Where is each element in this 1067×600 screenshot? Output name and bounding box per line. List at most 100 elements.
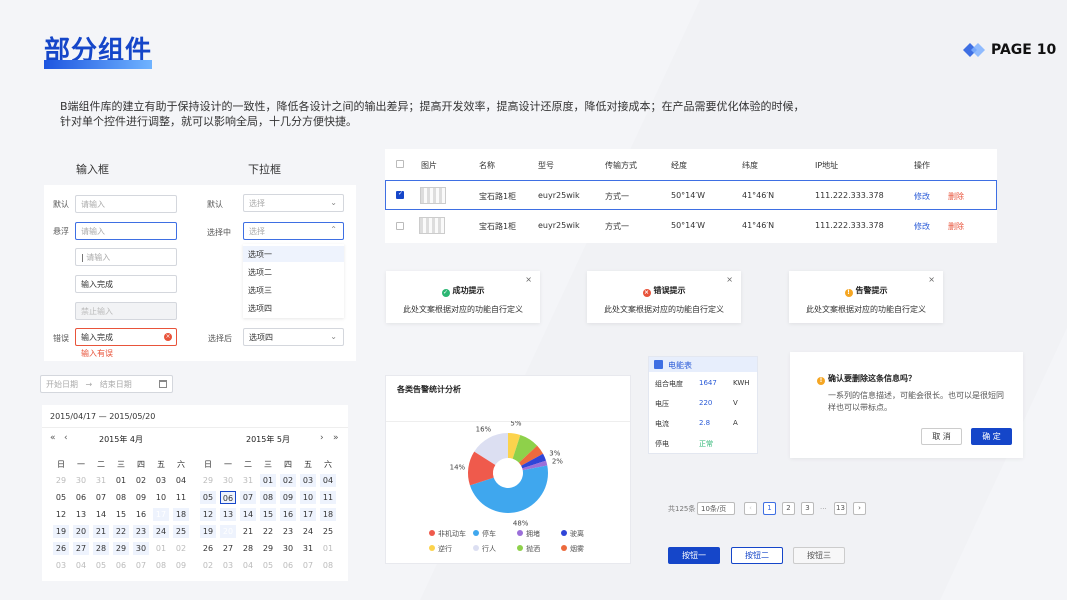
- calendar-day[interactable]: 28: [240, 542, 256, 555]
- close-icon[interactable]: ×: [726, 275, 733, 284]
- close-icon[interactable]: ×: [525, 275, 532, 284]
- error-input[interactable]: 输入完成 ×: [75, 328, 177, 346]
- calendar-day[interactable]: 06: [73, 491, 89, 504]
- table-row[interactable]: ✓ 宝石路1柜 euyr25wik 方式一 50°14′W 41°46′N 11…: [385, 180, 997, 210]
- edit-link[interactable]: 修改: [914, 191, 930, 202]
- cancel-button[interactable]: 取 消: [921, 428, 962, 445]
- calendar-day[interactable]: 01: [320, 542, 336, 555]
- calendar-day[interactable]: 25: [173, 525, 189, 538]
- delete-link[interactable]: 删除: [948, 221, 964, 232]
- calendar-day[interactable]: 15: [260, 508, 276, 521]
- calendar-day[interactable]: 01: [153, 542, 169, 555]
- row-checkbox[interactable]: ✓: [396, 190, 404, 199]
- dd-default-select[interactable]: 选择 ⌄: [243, 194, 344, 212]
- calendar-day[interactable]: 08: [320, 559, 336, 572]
- dd-option[interactable]: 选项二: [243, 267, 272, 278]
- hover-input[interactable]: 请输入: [75, 222, 177, 240]
- table-row[interactable]: 宝石路1柜 euyr25wik 方式一 50°14′W 41°46′N 111.…: [385, 211, 997, 241]
- calendar-day[interactable]: 23: [280, 525, 296, 538]
- calendar-day[interactable]: 03: [53, 559, 69, 572]
- calendar-day[interactable]: 01: [113, 474, 129, 487]
- calendar-day[interactable]: 05: [260, 559, 276, 572]
- calendar-day[interactable]: 06: [280, 559, 296, 572]
- calendar-day[interactable]: 31: [93, 474, 109, 487]
- edit-link[interactable]: 修改: [914, 221, 930, 232]
- calendar-day[interactable]: 04: [73, 559, 89, 572]
- calendar-day[interactable]: 27: [73, 542, 89, 555]
- confirm-button[interactable]: 确 定: [971, 428, 1012, 445]
- calendar-day[interactable]: 02: [200, 559, 216, 572]
- calendar-day[interactable]: 13: [73, 508, 89, 521]
- calendar-day[interactable]: 08: [153, 559, 169, 572]
- disabled-button[interactable]: 按钮三: [793, 547, 845, 564]
- next-month-button[interactable]: ›: [320, 433, 324, 443]
- dd-option[interactable]: 选项四: [243, 303, 272, 314]
- calendar-day[interactable]: 15: [113, 508, 129, 521]
- calendar-day[interactable]: 08: [113, 491, 129, 504]
- calendar-day[interactable]: 03: [153, 474, 169, 487]
- calendar-day[interactable]: 07: [93, 491, 109, 504]
- calendar-day[interactable]: 07: [133, 559, 149, 572]
- calendar-day[interactable]: 04: [320, 474, 336, 487]
- calendar-day[interactable]: 25: [320, 525, 336, 538]
- calendar-day[interactable]: 08: [260, 491, 276, 504]
- calendar-day[interactable]: 02: [133, 474, 149, 487]
- calendar-day[interactable]: 18: [173, 508, 189, 521]
- calendar-day[interactable]: 09: [133, 491, 149, 504]
- page-button[interactable]: 1: [763, 502, 776, 515]
- calendar-day[interactable]: 07: [300, 559, 316, 572]
- calendar-day[interactable]: 29: [200, 474, 216, 487]
- select-all-checkbox[interactable]: [396, 160, 404, 168]
- secondary-button[interactable]: 按钮二: [731, 547, 783, 564]
- calendar-day[interactable]: 22: [113, 525, 129, 538]
- calendar-day[interactable]: 14: [93, 508, 109, 521]
- calendar-day[interactable]: 09: [280, 491, 296, 504]
- prev-year-button[interactable]: «: [50, 433, 56, 443]
- page-button[interactable]: 2: [782, 502, 795, 515]
- calendar-day[interactable]: 27: [220, 542, 236, 555]
- next-page-button[interactable]: ›: [853, 502, 866, 515]
- calendar-day[interactable]: 12: [200, 508, 216, 521]
- page-button[interactable]: 3: [801, 502, 814, 515]
- calendar-day[interactable]: 26: [200, 542, 216, 555]
- typing-input[interactable]: | 请输入: [75, 248, 177, 266]
- calendar-day[interactable]: 02: [173, 542, 189, 555]
- calendar-day[interactable]: 30: [280, 542, 296, 555]
- calendar-day[interactable]: 26: [53, 542, 69, 555]
- dd-option[interactable]: 选项三: [243, 285, 272, 296]
- calendar-day[interactable]: 19: [200, 525, 216, 538]
- dd-selecting-select[interactable]: 选择 ⌃: [243, 222, 344, 240]
- calendar-day[interactable]: 21: [93, 525, 109, 538]
- prev-page-button[interactable]: ‹: [744, 502, 757, 515]
- calendar-day[interactable]: 04: [240, 559, 256, 572]
- calendar-day[interactable]: 20: [220, 525, 236, 538]
- calendar-day[interactable]: 22: [260, 525, 276, 538]
- calendar-day[interactable]: 14: [240, 508, 256, 521]
- calendar-day[interactable]: 13: [220, 508, 236, 521]
- calendar-day[interactable]: 23: [133, 525, 149, 538]
- calendar-day[interactable]: 07: [240, 491, 256, 504]
- close-icon[interactable]: ×: [928, 275, 935, 284]
- calendar-day[interactable]: 30: [220, 474, 236, 487]
- calendar-day[interactable]: 06: [220, 491, 236, 504]
- done-input[interactable]: 输入完成: [75, 275, 177, 293]
- calendar-day[interactable]: 24: [300, 525, 316, 538]
- calendar-day[interactable]: 24: [153, 525, 169, 538]
- calendar-day[interactable]: 30: [133, 542, 149, 555]
- calendar-day[interactable]: 31: [300, 542, 316, 555]
- prev-month-button[interactable]: ‹: [64, 433, 68, 443]
- calendar-day[interactable]: 10: [300, 491, 316, 504]
- calendar-day[interactable]: 19: [53, 525, 69, 538]
- calendar-day[interactable]: 04: [173, 474, 189, 487]
- calendar-day[interactable]: 12: [53, 508, 69, 521]
- calendar-day[interactable]: 20: [73, 525, 89, 538]
- calendar-day[interactable]: 17: [300, 508, 316, 521]
- calendar-day[interactable]: 29: [113, 542, 129, 555]
- page-size-select[interactable]: 10条/页: [697, 502, 735, 515]
- calendar-day[interactable]: 05: [53, 491, 69, 504]
- calendar-day[interactable]: 11: [173, 491, 189, 504]
- calendar-day[interactable]: 05: [200, 491, 216, 504]
- calendar-day[interactable]: 17: [153, 508, 169, 521]
- calendar-day[interactable]: 21: [240, 525, 256, 538]
- calendar-day[interactable]: 16: [133, 508, 149, 521]
